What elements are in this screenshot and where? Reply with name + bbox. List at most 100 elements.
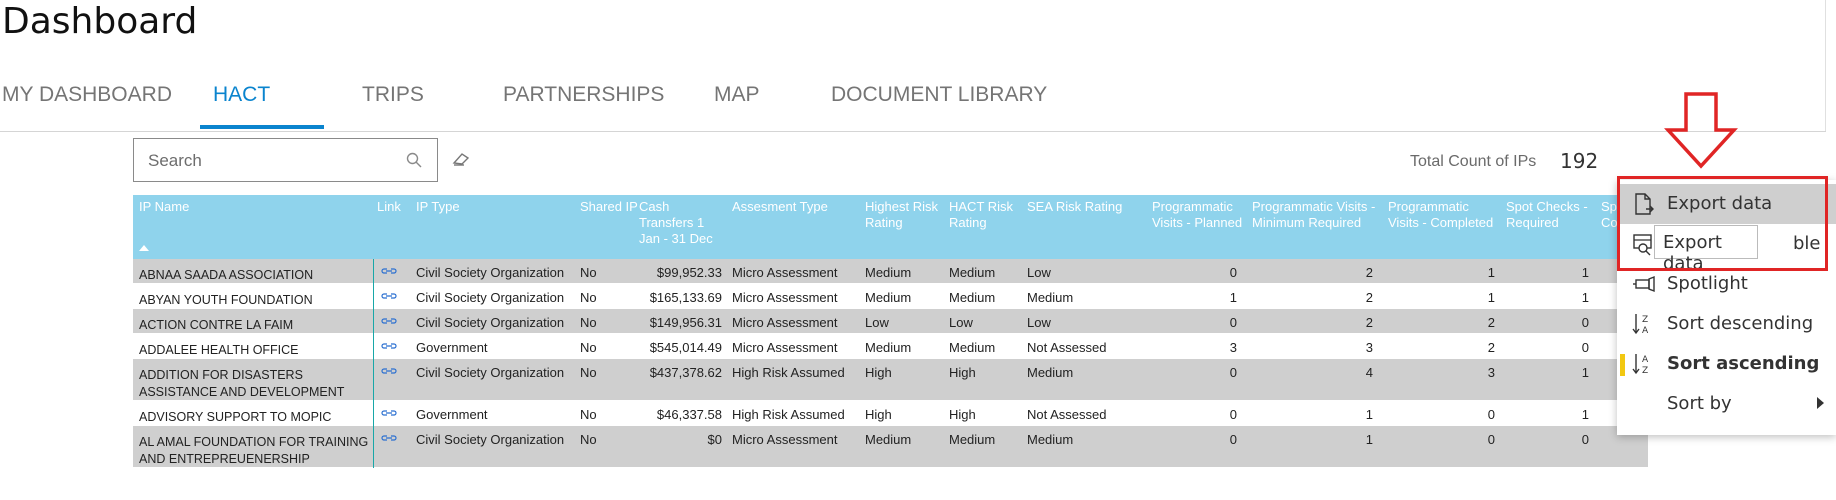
- cell-hact-risk: Medium: [949, 340, 996, 355]
- column-header-spot-checks[interactable]: Spot Checks - Required: [1506, 199, 1592, 231]
- cell-ip-type: Government: [416, 340, 488, 355]
- menu-item-sort-by[interactable]: Sort by: [1617, 384, 1836, 424]
- column-header-visits-min-required[interactable]: Programmatic Visits - Minimum Required: [1252, 199, 1380, 231]
- cell-hact-risk: Medium: [949, 432, 996, 447]
- search-input[interactable]: [146, 150, 400, 172]
- cell-visits-planned: 3: [1229, 340, 1237, 355]
- chevron-right-icon: [1817, 397, 1824, 409]
- cell-ip-type: Civil Society Organization: [416, 290, 565, 305]
- cell-highest-risk: High: [865, 407, 892, 422]
- cell-visits-planned: 0: [1229, 265, 1237, 280]
- table-row[interactable]: AL AMAL FOUNDATION FOR TRAINING AND ENTR…: [133, 426, 1648, 468]
- annotation-highlight-box: [1617, 176, 1828, 271]
- cell-sea-risk: Low: [1027, 315, 1051, 330]
- column-header-ip-type[interactable]: IP Type: [416, 199, 460, 215]
- table-row[interactable]: ADDALEE HEALTH OFFICE Government No $545…: [133, 334, 1648, 359]
- cell-visits-planned: 0: [1229, 407, 1237, 422]
- column-header-link[interactable]: Link: [377, 199, 401, 215]
- cell-assessment-type: Micro Assessment: [732, 290, 838, 305]
- cell-shared-ip: No: [580, 407, 597, 422]
- frozen-column-divider: [373, 259, 374, 468]
- cell-sea-risk: Low: [1027, 265, 1051, 280]
- total-count-label: Total Count of IPs: [1410, 153, 1537, 170]
- menu-item-label: Spotlight: [1667, 273, 1748, 294]
- cell-highest-risk: Medium: [865, 290, 912, 305]
- cell-visits-completed: 1: [1487, 265, 1495, 280]
- cell-visits-min-required: 2: [1365, 315, 1373, 330]
- cell-visits-planned: 0: [1229, 432, 1237, 447]
- cell-sea-risk: Medium: [1027, 290, 1074, 305]
- column-header-shared-ip[interactable]: Shared IP: [580, 199, 638, 215]
- cell-spot-checks: 1: [1581, 290, 1589, 305]
- eraser-icon[interactable]: [451, 149, 471, 169]
- link-icon[interactable]: [381, 340, 397, 352]
- table-row[interactable]: ADVISORY SUPPORT TO MOPIC Government No …: [133, 401, 1648, 426]
- cell-hact-risk: Medium: [949, 290, 996, 305]
- cell-sea-risk: Medium: [1027, 365, 1074, 380]
- link-icon[interactable]: [381, 432, 397, 444]
- column-header-visits-completed[interactable]: Programmatic Visits - Completed: [1388, 199, 1500, 231]
- tab-my-dashboard[interactable]: MY DASHBOARD: [2, 80, 172, 130]
- column-header-ip-name[interactable]: IP Name: [139, 199, 189, 215]
- link-icon[interactable]: [381, 315, 397, 327]
- sort-descending-icon: Z A: [1632, 314, 1649, 336]
- cell-shared-ip: No: [580, 290, 597, 305]
- menu-item-sort-ascending[interactable]: A Z Sort ascending: [1617, 344, 1836, 384]
- cell-cash-transfers: $0: [707, 432, 722, 447]
- cell-shared-ip: No: [580, 365, 597, 380]
- cell-hact-risk: Low: [949, 315, 973, 330]
- svg-text:A: A: [1642, 355, 1649, 365]
- link-icon[interactable]: [381, 265, 397, 277]
- svg-text:A: A: [1642, 326, 1649, 336]
- cell-cash-transfers: $149,956.31: [649, 315, 722, 330]
- cell-visits-completed: 0: [1487, 407, 1495, 422]
- cell-visits-completed: 0: [1487, 432, 1495, 447]
- tab-hact[interactable]: HACT: [213, 80, 270, 130]
- column-header-sea-risk[interactable]: SEA Risk Rating: [1027, 199, 1122, 215]
- sort-ascending-indicator: [139, 245, 149, 251]
- svg-text:Z: Z: [1642, 366, 1648, 376]
- cell-sea-risk: Not Assessed: [1027, 407, 1107, 422]
- link-icon[interactable]: [381, 290, 397, 302]
- sort-ascending-icon: A Z: [1632, 354, 1649, 376]
- cell-assessment-type: Micro Assessment: [732, 265, 838, 280]
- tab-document-library[interactable]: DOCUMENT LIBRARY: [831, 80, 1047, 130]
- cell-ip-type: Government: [416, 407, 488, 422]
- table-row[interactable]: ACTION CONTRE LA FAIM Civil Society Orga…: [133, 309, 1648, 334]
- menu-item-label: Sort by: [1667, 393, 1732, 414]
- column-header-cash-transfers[interactable]: Cash Transfers 1 Jan - 31 Dec: [639, 199, 727, 247]
- cell-assessment-type: High Risk Assumed: [732, 407, 845, 422]
- cell-visits-min-required: 1: [1365, 407, 1373, 422]
- cell-highest-risk: Low: [865, 315, 889, 330]
- link-icon[interactable]: [381, 407, 397, 419]
- table-row[interactable]: ABYAN YOUTH FOUNDATION Civil Society Org…: [133, 284, 1648, 309]
- tab-trips[interactable]: TRIPS: [362, 80, 424, 130]
- cell-spot-checks: 0: [1581, 315, 1589, 330]
- cell-visits-planned: 0: [1229, 315, 1237, 330]
- column-header-highest-risk[interactable]: Highest Risk Rating: [865, 199, 943, 231]
- table-row[interactable]: ABNAA SAADA ASSOCIATION Civil Society Or…: [133, 259, 1648, 284]
- cell-visits-completed: 2: [1487, 315, 1495, 330]
- selected-indicator: [1620, 354, 1625, 376]
- cell-ip-name: ADVISORY SUPPORT TO MOPIC: [139, 410, 332, 424]
- table-row[interactable]: ADDITION FOR DISASTERS ASSISTANCE AND DE…: [133, 359, 1648, 416]
- column-header-hact-risk[interactable]: HACT Risk Rating: [949, 199, 1015, 231]
- cell-spot-checks: 1: [1581, 365, 1589, 380]
- cell-ip-name: ABYAN YOUTH FOUNDATION: [139, 293, 313, 307]
- cell-sea-risk: Medium: [1027, 432, 1074, 447]
- cell-visits-min-required: 2: [1365, 290, 1373, 305]
- cell-shared-ip: No: [580, 265, 597, 280]
- search-icon[interactable]: [405, 151, 423, 169]
- cell-hact-risk: High: [949, 407, 976, 422]
- column-header-visits-planned[interactable]: Programmatic Visits - Planned: [1152, 199, 1244, 231]
- tab-partnerships[interactable]: PARTNERSHIPS: [503, 80, 664, 130]
- cell-cash-transfers: $545,014.49: [649, 340, 722, 355]
- cell-ip-type: Civil Society Organization: [416, 365, 565, 380]
- link-icon[interactable]: [381, 365, 397, 377]
- tab-map[interactable]: MAP: [714, 80, 760, 130]
- menu-item-sort-descending[interactable]: Z A Sort descending: [1617, 304, 1836, 344]
- column-header-assessment-type[interactable]: Assesment Type: [732, 199, 828, 215]
- active-tab-indicator: [200, 125, 324, 129]
- cell-visits-min-required: 1: [1365, 432, 1373, 447]
- cell-cash-transfers: $46,337.58: [656, 407, 722, 422]
